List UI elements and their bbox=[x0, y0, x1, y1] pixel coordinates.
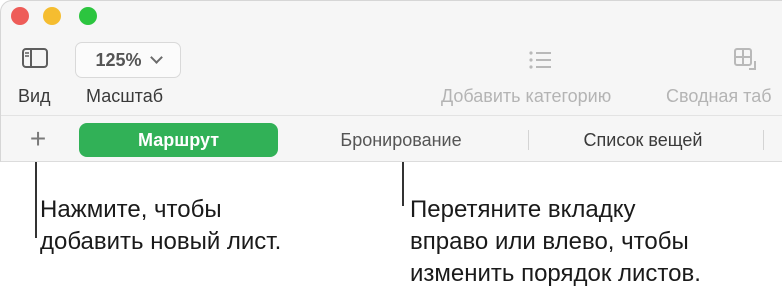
zoom-select[interactable]: 125% bbox=[75, 42, 181, 78]
add-category-label: Добавить категорию bbox=[441, 86, 612, 106]
maximize-window-button[interactable] bbox=[79, 7, 97, 25]
tab-label: Бронирование bbox=[340, 129, 462, 150]
view-label: Вид bbox=[18, 86, 51, 106]
tab-packing-list[interactable]: Список вещей bbox=[529, 123, 757, 157]
tab-itinerary[interactable]: Маршрут bbox=[79, 123, 278, 157]
view-button[interactable] bbox=[14, 42, 56, 78]
list-icon[interactable] bbox=[526, 45, 554, 75]
tab-label: Маршрут bbox=[137, 129, 220, 150]
tab-label: Список вещей bbox=[583, 129, 703, 150]
minimize-window-button[interactable] bbox=[43, 7, 61, 25]
zoom-label: Масштаб bbox=[86, 86, 164, 106]
sidebar-icon bbox=[22, 47, 48, 73]
pivot-table-label: Сводная таб bbox=[666, 86, 772, 106]
add-sheet-button[interactable]: + bbox=[23, 124, 53, 154]
tab-booking[interactable]: Бронирование bbox=[291, 123, 511, 157]
zoom-value: 125% bbox=[95, 49, 142, 70]
app-window: 125% Вид Масштаб Добавить категорию Свод… bbox=[0, 0, 782, 162]
sheet-tab-bar: + Маршрут Бронирование Список вещей bbox=[1, 115, 782, 161]
callout-pointer-add bbox=[35, 162, 37, 238]
close-window-button[interactable] bbox=[11, 7, 29, 25]
tab-divider bbox=[763, 130, 764, 150]
chevron-down-icon bbox=[149, 51, 163, 64]
callout-reorder: Перетяните вкладку вправо или влево, что… bbox=[410, 196, 701, 287]
callout-pointer-reorder bbox=[402, 162, 404, 206]
pivot-table-icon[interactable] bbox=[731, 45, 763, 75]
callout-add-sheet: Нажмите, чтобы добавить новый лист. bbox=[40, 196, 282, 255]
